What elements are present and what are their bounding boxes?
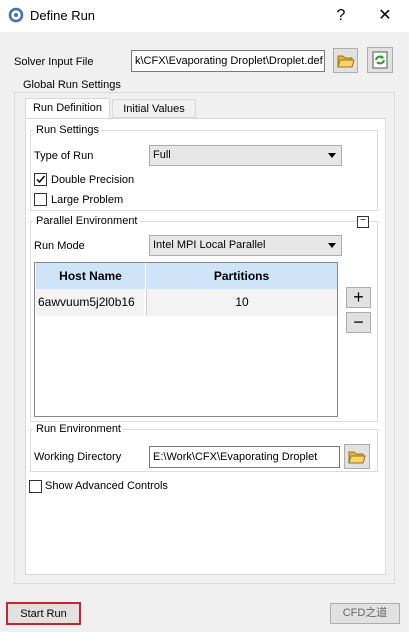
advanced-controls-checkbox[interactable] [29,480,42,493]
type-of-run-label: Type of Run [34,150,94,162]
run-settings-title: Run Settings [34,124,101,136]
solver-input-field[interactable]: k\CFX\Evaporating Droplet\Droplet.def [131,50,325,72]
run-mode-label: Run Mode [34,240,85,252]
remove-host-button[interactable]: − [346,312,371,333]
solver-input-label: Solver Input File [14,56,94,68]
chevron-down-icon [328,153,336,158]
checkmark-icon [36,175,46,184]
global-run-settings-title: Global Run Settings [21,79,123,91]
advanced-controls-label: Show Advanced Controls [45,480,168,492]
double-precision-label: Double Precision [51,174,135,186]
working-directory-field[interactable]: E:\Work\CFX\Evaporating Droplet [149,446,340,468]
run-environment-title: Run Environment [34,423,123,435]
type-of-run-value: Full [153,149,171,161]
large-problem-label: Large Problem [51,194,124,206]
start-run-button[interactable]: Start Run [6,602,81,625]
column-header-partitions[interactable]: Partitions [146,263,337,289]
close-button[interactable]: ✕ [371,4,399,28]
folder-open-icon [336,55,355,68]
chevron-down-icon [328,243,336,248]
app-icon [8,7,24,23]
run-mode-value: Intel MPI Local Parallel [153,239,266,251]
watermark: CFD之道 [330,603,400,624]
help-button[interactable]: ? [327,4,355,28]
collapse-button[interactable]: − [357,216,369,228]
window-title: Define Run [30,8,96,23]
browse-directory-button[interactable] [344,444,370,469]
partitions-cell[interactable]: 10 [146,289,337,316]
reload-icon [372,51,388,69]
type-of-run-select[interactable]: Full [149,145,342,166]
tab-run-definition[interactable]: Run Definition [25,98,110,119]
parallel-environment-title: Parallel Environment [34,215,140,227]
tab-initial-values[interactable]: Initial Values [112,99,196,118]
browse-solver-button[interactable] [333,48,358,73]
host-name-cell[interactable]: 6awvuum5j2l0b16 [36,289,144,316]
reload-button[interactable] [367,47,393,73]
working-directory-label: Working Directory [34,451,122,463]
large-problem-checkbox[interactable] [34,193,47,206]
column-header-host-name[interactable]: Host Name [36,263,145,289]
folder-open-icon [348,451,366,464]
add-host-button[interactable]: + [346,287,371,308]
double-precision-checkbox[interactable] [34,173,47,186]
run-mode-select[interactable]: Intel MPI Local Parallel [149,235,342,256]
